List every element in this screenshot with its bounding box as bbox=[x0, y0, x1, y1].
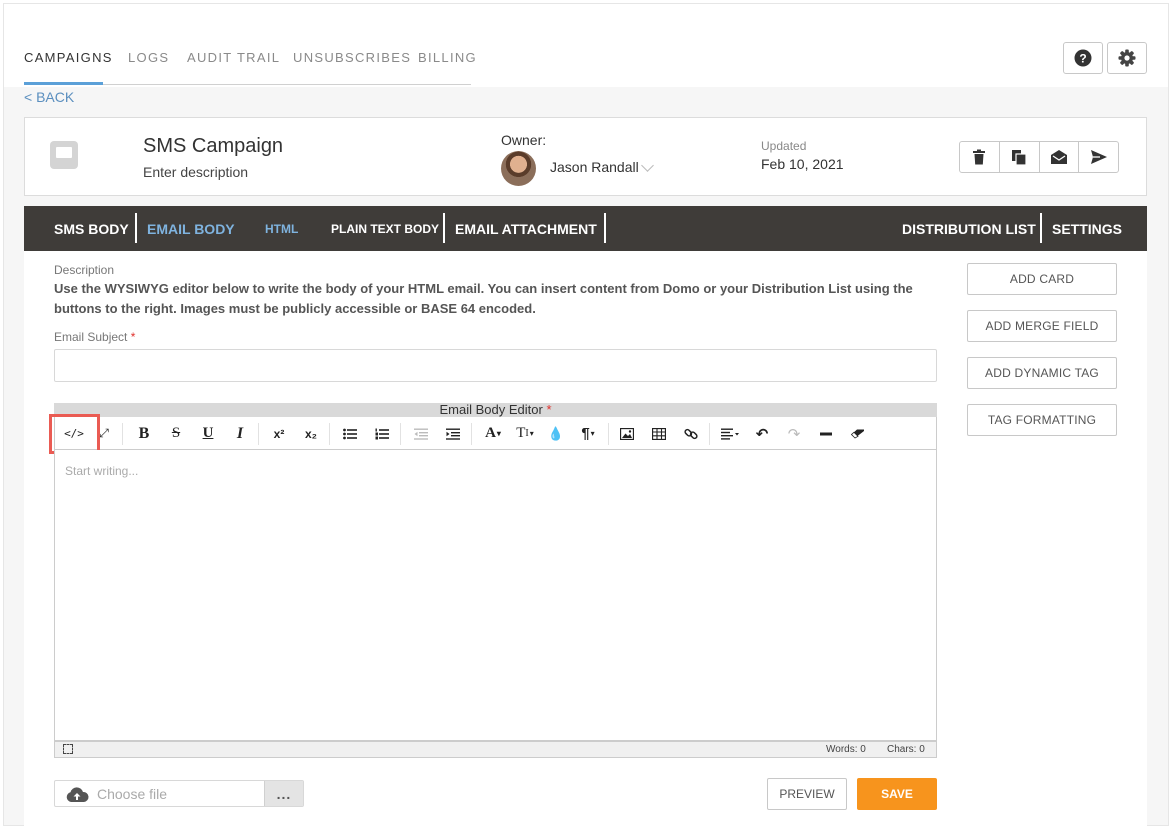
editor-label: Email Body Editor * bbox=[54, 403, 937, 417]
tab-distribution-list[interactable]: DISTRIBUTION LIST bbox=[902, 221, 1036, 237]
indent-icon[interactable] bbox=[442, 417, 464, 450]
word-count: Words: 0 bbox=[826, 744, 866, 755]
owner-select[interactable]: Jason Randall bbox=[550, 159, 639, 175]
file-upload-input[interactable]: Choose file ... bbox=[54, 780, 304, 807]
underline-icon[interactable]: U bbox=[197, 417, 219, 450]
help-button[interactable]: ? bbox=[1063, 42, 1103, 74]
trash-icon bbox=[973, 149, 986, 165]
horizontal-line-icon[interactable] bbox=[815, 417, 837, 450]
owner-label: Owner: bbox=[501, 132, 547, 148]
toolbar-divider bbox=[471, 423, 472, 445]
question-circle-icon: ? bbox=[1074, 49, 1092, 67]
copy-icon bbox=[1012, 149, 1027, 166]
campaign-title[interactable]: SMS Campaign bbox=[143, 135, 283, 158]
cloud-upload-icon bbox=[66, 787, 89, 802]
gear-icon bbox=[1118, 49, 1136, 67]
description-text: Use the WYSIWYG editor below to write th… bbox=[54, 281, 913, 316]
description-label: Description bbox=[54, 263, 115, 277]
toolbar-divider bbox=[400, 423, 401, 445]
image-icon[interactable] bbox=[616, 417, 638, 450]
superscript-icon[interactable]: x² bbox=[268, 417, 290, 450]
toolbar-divider bbox=[709, 423, 710, 445]
campaign-card: SMS Campaign Enter description Owner: Ja… bbox=[24, 117, 1147, 196]
add-dynamic-tag-button[interactable]: ADD DYNAMIC TAG bbox=[967, 357, 1117, 389]
tab-settings[interactable]: SETTINGS bbox=[1052, 221, 1122, 237]
editor-placeholder: Start writing... bbox=[65, 464, 139, 478]
bullet-list-icon[interactable] bbox=[339, 417, 361, 450]
paragraph-format-icon[interactable]: ¶ ▾ bbox=[573, 417, 603, 450]
numbered-list-icon[interactable] bbox=[371, 417, 393, 450]
envelope-open-icon bbox=[1050, 150, 1067, 164]
add-card-button[interactable]: ADD CARD bbox=[967, 263, 1117, 295]
file-placeholder: Choose file bbox=[97, 786, 168, 802]
eraser-icon[interactable] bbox=[847, 417, 869, 450]
font-size-icon[interactable]: T I ▾ bbox=[511, 417, 539, 450]
required-mark: * bbox=[546, 402, 552, 417]
align-icon[interactable] bbox=[717, 417, 745, 450]
toolbar-divider bbox=[329, 423, 330, 445]
tab-divider bbox=[1040, 213, 1042, 243]
avatar bbox=[501, 151, 536, 186]
char-count: Chars: 0 bbox=[887, 744, 925, 755]
tab-divider bbox=[443, 213, 445, 243]
tab-html[interactable]: HTML bbox=[265, 222, 298, 236]
send-button[interactable] bbox=[1079, 142, 1118, 172]
resize-handle-icon[interactable] bbox=[63, 744, 73, 754]
save-button[interactable]: SAVE bbox=[857, 778, 937, 810]
text-color-icon[interactable]: 💧 bbox=[545, 417, 567, 450]
nav-active-indicator bbox=[24, 82, 103, 85]
email-subject-input[interactable] bbox=[54, 349, 937, 382]
send-icon bbox=[1090, 150, 1107, 164]
outdent-icon[interactable] bbox=[410, 417, 432, 450]
tab-divider bbox=[135, 213, 137, 243]
table-icon[interactable] bbox=[648, 417, 670, 450]
nav-tab-billing[interactable]: BILLING bbox=[418, 50, 477, 65]
required-mark: * bbox=[130, 330, 136, 344]
redo-icon[interactable]: ↷ bbox=[783, 417, 805, 450]
subscript-icon[interactable]: x₂ bbox=[300, 417, 322, 450]
add-merge-field-button[interactable]: ADD MERGE FIELD bbox=[967, 310, 1117, 342]
updated-label: Updated bbox=[761, 139, 807, 153]
email-body-editor[interactable]: Start writing... bbox=[54, 450, 937, 741]
preview-button[interactable]: PREVIEW bbox=[767, 778, 847, 810]
settings-button[interactable] bbox=[1107, 42, 1147, 74]
toolbar-divider bbox=[608, 423, 609, 445]
campaign-description[interactable]: Enter description bbox=[143, 164, 248, 180]
subject-label: Email Subject * bbox=[54, 330, 136, 344]
nav-tab-audit-trail[interactable]: AUDIT TRAIL bbox=[187, 50, 280, 65]
nav-tab-unsubscribes[interactable]: UNSUBSCRIBES bbox=[293, 50, 411, 65]
italic-icon[interactable]: I bbox=[229, 417, 251, 450]
back-link[interactable]: < BACK bbox=[24, 89, 74, 105]
inbox-icon bbox=[50, 141, 78, 169]
chevron-down-icon[interactable] bbox=[641, 159, 654, 172]
strikethrough-icon[interactable]: S bbox=[165, 417, 187, 450]
code-view-highlight bbox=[49, 414, 100, 454]
tab-email-body[interactable]: EMAIL BODY bbox=[147, 221, 235, 237]
updated-date: Feb 10, 2021 bbox=[761, 156, 844, 172]
link-icon[interactable] bbox=[680, 417, 702, 450]
tag-formatting-button[interactable]: TAG FORMATTING bbox=[967, 404, 1117, 436]
tab-divider bbox=[604, 213, 606, 243]
tab-plain-text-body[interactable]: PLAIN TEXT BODY bbox=[331, 222, 439, 236]
editor-statusbar: Words: 0 Chars: 0 bbox=[54, 741, 937, 758]
top-nav bbox=[4, 4, 1168, 87]
bold-icon[interactable]: B bbox=[133, 417, 155, 450]
svg-text:?: ? bbox=[1079, 52, 1086, 66]
toolbar-divider bbox=[258, 423, 259, 445]
tab-email-attachment[interactable]: EMAIL ATTACHMENT bbox=[455, 221, 597, 237]
campaign-actions bbox=[959, 141, 1119, 173]
body-tabbar: SMS BODY EMAIL BODY HTML PLAIN TEXT BODY… bbox=[24, 206, 1147, 251]
nav-tab-campaigns[interactable]: CAMPAIGNS bbox=[24, 50, 113, 65]
editor-toolbar: </> ⤢ B S U I x² x₂ A ▾ T I ▾ 💧 ¶ ▾ ↶ ↷ bbox=[54, 417, 937, 450]
undo-icon[interactable]: ↶ bbox=[751, 417, 773, 450]
browse-file-button[interactable]: ... bbox=[264, 781, 303, 806]
delete-button[interactable] bbox=[960, 142, 1000, 172]
nav-tab-logs[interactable]: LOGS bbox=[128, 50, 169, 65]
font-family-icon[interactable]: A ▾ bbox=[479, 417, 507, 450]
duplicate-button[interactable] bbox=[1000, 142, 1040, 172]
toolbar-divider bbox=[122, 423, 123, 445]
test-email-button[interactable] bbox=[1040, 142, 1080, 172]
tab-sms-body[interactable]: SMS BODY bbox=[54, 221, 129, 237]
